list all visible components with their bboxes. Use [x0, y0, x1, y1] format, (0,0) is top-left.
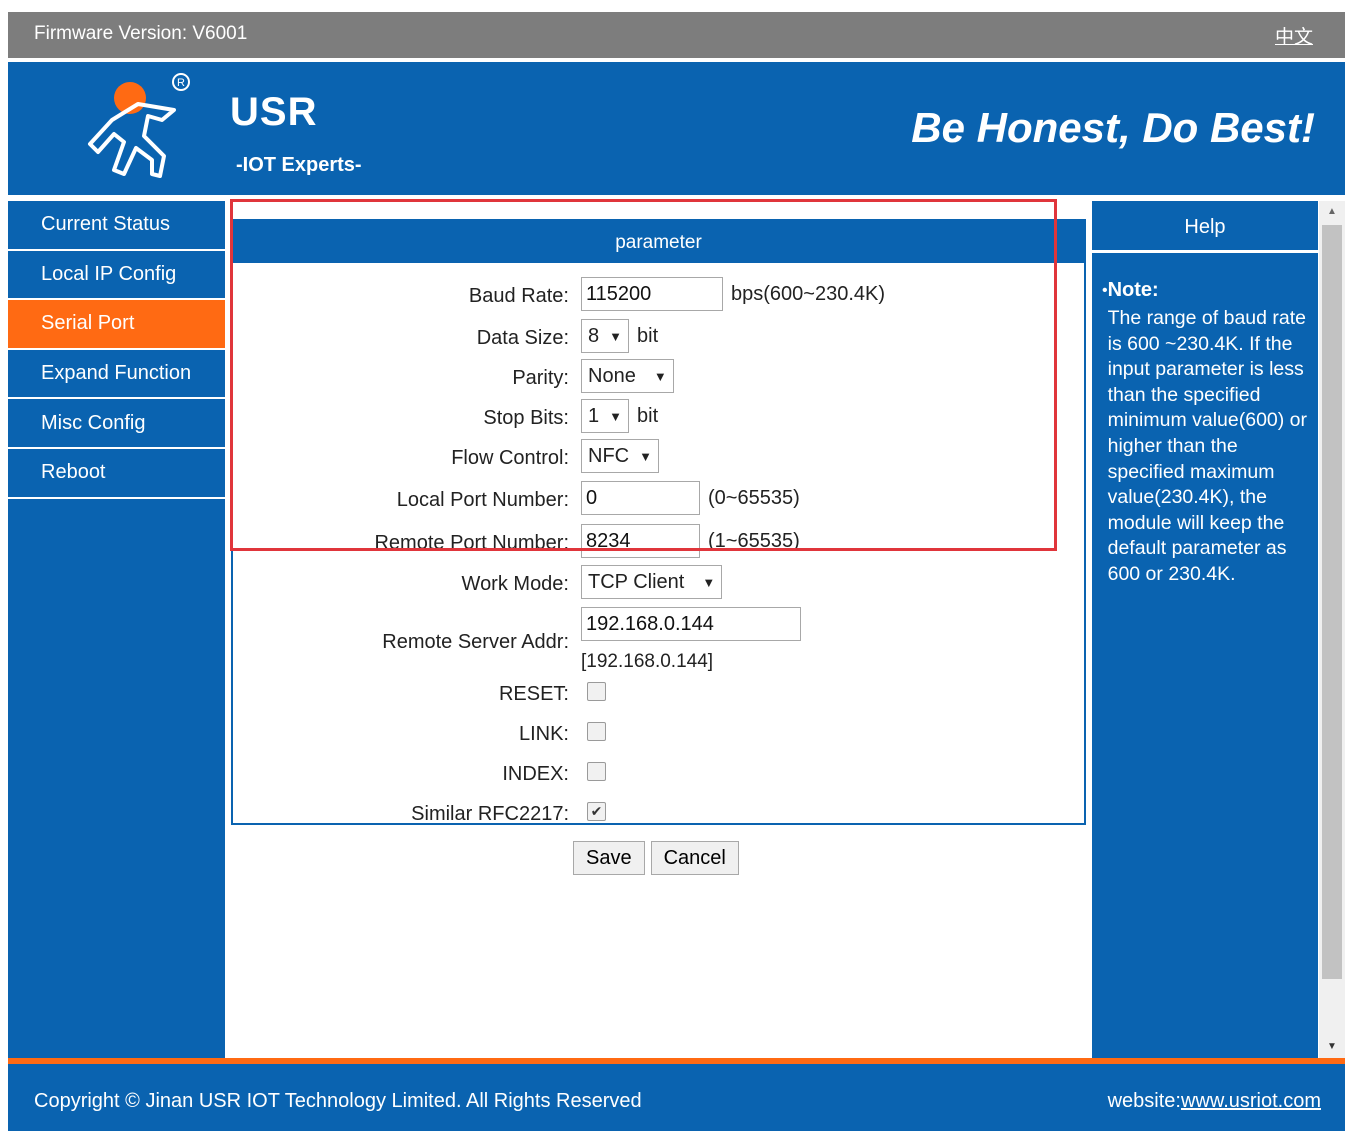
work-mode-value: TCP Client [588, 570, 685, 593]
footer: Copyright © Jinan USR IOT Technology Lim… [8, 1058, 1345, 1131]
baud-rate-unit: bps(600~230.4K) [731, 282, 886, 305]
flow-control-row: Flow Control: NFC ▼ [233, 439, 1084, 475]
link-checkbox[interactable] [587, 722, 606, 741]
work-mode-label: Work Mode: [461, 573, 569, 595]
local-port-input[interactable] [581, 481, 700, 515]
work-mode-row: Work Mode: TCP Client ▼ [233, 565, 1084, 601]
remote-server-label: Remote Server Addr: [382, 631, 569, 653]
help-title: Help [1092, 201, 1318, 253]
top-bar: Firmware Version: V6001 中文 [8, 12, 1345, 58]
usr-logo-icon: R [88, 73, 190, 178]
help-note-text: The range of baud rate is 600 ~230.4K. I… [1107, 307, 1308, 585]
baud-rate-input[interactable] [581, 277, 723, 311]
help-note-title: Note: [1107, 279, 1159, 301]
dropdown-arrow-icon: ▼ [702, 574, 716, 590]
form-buttons: Save Cancel [573, 841, 739, 875]
sidebar-item-expand-function[interactable]: Expand Function [8, 350, 225, 400]
website-link[interactable]: www.usriot.com [1181, 1090, 1321, 1112]
index-checkbox[interactable] [587, 762, 606, 781]
save-button[interactable]: Save [573, 841, 645, 875]
baud-rate-label: Baud Rate: [468, 285, 569, 307]
remote-port-row: Remote Port Number: (1~65535) [233, 524, 1084, 560]
page: Firmware Version: V6001 中文 R USR -IOT Ex… [8, 12, 1345, 1131]
checkmark-icon: ✔ [590, 803, 603, 819]
rfc2217-row: Similar RFC2217: ✔ [233, 795, 1084, 831]
remote-port-range: (1~65535) [708, 529, 800, 552]
flow-control-label: Flow Control: [451, 447, 569, 469]
remote-port-label: Remote Port Number: [374, 532, 569, 554]
local-port-label: Local Port Number: [396, 489, 569, 511]
sidebar-item-misc-config[interactable]: Misc Config [8, 399, 225, 449]
parity-value: None [588, 364, 636, 387]
flow-control-value: NFC [588, 444, 630, 467]
stop-bits-label: Stop Bits: [483, 407, 569, 429]
sidebar-item-current-status[interactable]: Current Status [8, 201, 225, 251]
data-size-label: Data Size: [476, 327, 569, 349]
stop-bits-value: 1 [588, 404, 600, 427]
rfc2217-checkbox[interactable]: ✔ [587, 802, 606, 821]
website-label: website: [1107, 1090, 1181, 1112]
data-size-unit: bit [637, 324, 659, 347]
stop-bits-row: Stop Bits: 1 ▼ bit [233, 399, 1084, 435]
local-port-row: Local Port Number: (0~65535) [233, 481, 1084, 517]
parity-row: Parity: None ▼ [233, 359, 1084, 395]
help-panel: Help • Note: The range of baud rate is 6… [1092, 201, 1318, 1058]
parity-label: Parity: [512, 367, 569, 389]
remote-port-input[interactable] [581, 524, 700, 558]
dropdown-arrow-icon: ▼ [609, 328, 622, 344]
stop-bits-select[interactable]: 1 ▼ [581, 399, 629, 433]
reset-row: RESET: [233, 675, 1084, 711]
remote-server-input[interactable] [581, 607, 801, 641]
sidebar-item-reboot[interactable]: Reboot [8, 449, 225, 499]
brand-tagline: -IOT Experts- [236, 154, 362, 176]
firmware-version: Firmware Version: V6001 [34, 23, 248, 44]
scroll-up-icon[interactable]: ▲ [1319, 201, 1345, 223]
stop-bits-unit: bit [637, 404, 659, 427]
dropdown-arrow-icon: ▼ [639, 448, 652, 464]
parameter-panel: parameter Baud Rate: bps(600~230.4K) Dat… [231, 219, 1086, 825]
vertical-scrollbar[interactable]: ▲ ▼ [1319, 201, 1345, 1058]
brand-name: USR [230, 90, 318, 134]
copyright-text: Copyright © Jinan USR IOT Technology Lim… [34, 1090, 642, 1112]
reset-label: RESET: [498, 683, 569, 705]
link-label: LINK: [518, 723, 569, 745]
dropdown-arrow-icon: ▼ [609, 408, 622, 424]
cancel-button[interactable]: Cancel [650, 841, 739, 875]
remote-server-resolved: [192.168.0.144] [581, 651, 714, 672]
index-label: INDEX: [502, 763, 569, 785]
website-info: website:www.usriot.com [1108, 1090, 1321, 1113]
header-banner: R USR -IOT Experts- Be Honest, Do Best! [8, 62, 1345, 198]
help-body: • Note: The range of baud rate is 600 ~2… [1092, 253, 1318, 588]
data-size-select[interactable]: 8 ▼ [581, 319, 629, 353]
sidebar-item-local-ip-config[interactable]: Local IP Config [8, 251, 225, 301]
main-content: parameter Baud Rate: bps(600~230.4K) Dat… [225, 201, 1091, 1058]
slogan: Be Honest, Do Best! [911, 104, 1315, 151]
sidebar-nav: Current Status Local IP Config Serial Po… [8, 201, 225, 1058]
data-size-row: Data Size: 8 ▼ bit [233, 319, 1084, 355]
scroll-down-icon[interactable]: ▼ [1319, 1036, 1345, 1058]
reset-checkbox[interactable] [587, 682, 606, 701]
language-switch-link[interactable]: 中文 [1275, 22, 1313, 49]
link-row: LINK: [233, 715, 1084, 751]
local-port-range: (0~65535) [708, 486, 800, 509]
flow-control-select[interactable]: NFC ▼ [581, 439, 659, 473]
work-mode-select[interactable]: TCP Client ▼ [581, 565, 723, 599]
scroll-thumb[interactable] [1322, 225, 1342, 979]
dropdown-arrow-icon: ▼ [653, 368, 667, 384]
parity-select[interactable]: None ▼ [581, 359, 674, 393]
data-size-value: 8 [588, 324, 600, 347]
remote-server-row: Remote Server Addr: [192.168.0.144] [233, 607, 1084, 677]
rfc2217-label: Similar RFC2217: [411, 803, 569, 825]
sidebar-item-serial-port[interactable]: Serial Port [8, 300, 225, 350]
baud-rate-row: Baud Rate: bps(600~230.4K) [233, 277, 1084, 313]
panel-title: parameter [233, 221, 1084, 263]
index-row: INDEX: [233, 755, 1084, 791]
svg-text:R: R [177, 77, 185, 89]
